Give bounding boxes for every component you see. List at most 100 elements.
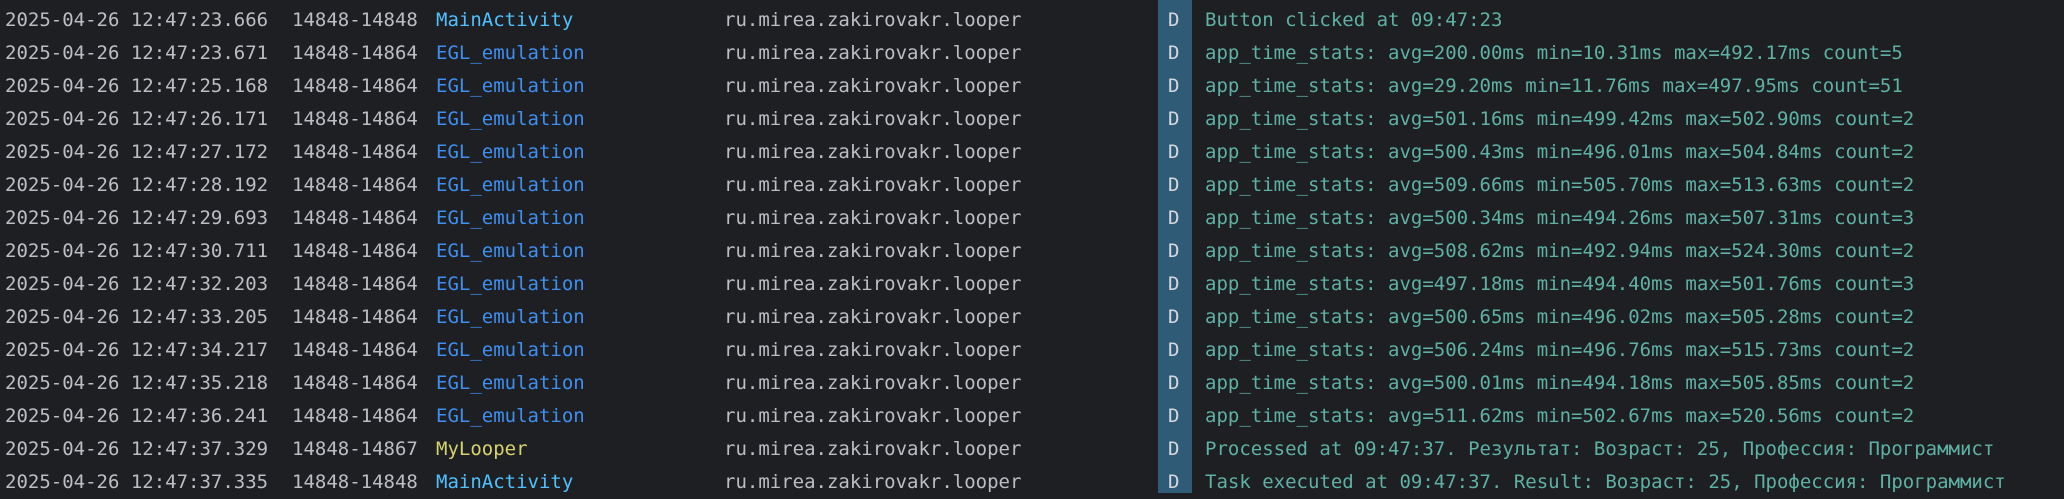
log-message: app_time_stats: avg=506.24ms min=496.76m… [1205, 339, 1915, 361]
log-pid-tid: 14848-14864 [292, 207, 418, 229]
log-row[interactable]: 2025-04-26 12:47:23.671 14848-14864 EGL_… [0, 37, 2064, 70]
log-pid-tid: 14848-14848 [292, 471, 418, 493]
log-package: ru.mirea.zakirovakr.looper [724, 108, 1022, 130]
log-level-badge: D [1168, 75, 1180, 97]
log-package: ru.mirea.zakirovakr.looper [724, 240, 1022, 262]
log-package: ru.mirea.zakirovakr.looper [724, 306, 1022, 328]
log-level-badge: D [1168, 174, 1180, 196]
logcat-panel[interactable]: 2025-04-26 12:47:23.666 14848-14848 Main… [0, 0, 2064, 493]
log-package: ru.mirea.zakirovakr.looper [724, 42, 1022, 64]
log-tag: EGL_emulation [436, 372, 585, 394]
log-row[interactable]: 2025-04-26 12:47:26.171 14848-14864 EGL_… [0, 103, 2064, 136]
log-message: app_time_stats: avg=29.20ms min=11.76ms … [1205, 75, 1903, 97]
log-tag: EGL_emulation [436, 42, 585, 64]
log-tag: MainActivity [436, 9, 574, 31]
log-pid-tid: 14848-14864 [292, 273, 418, 295]
log-timestamp: 2025-04-26 12:47:35.218 [5, 372, 269, 394]
log-tag: EGL_emulation [436, 405, 585, 427]
log-tag: EGL_emulation [436, 207, 585, 229]
log-tag: EGL_emulation [436, 108, 585, 130]
log-pid-tid: 14848-14864 [292, 372, 418, 394]
log-row[interactable]: 2025-04-26 12:47:28.192 14848-14864 EGL_… [0, 169, 2064, 202]
log-timestamp: 2025-04-26 12:47:32.203 [5, 273, 269, 295]
log-tag: MainActivity [436, 471, 574, 493]
log-pid-tid: 14848-14864 [292, 75, 418, 97]
log-level-badge: D [1168, 9, 1180, 31]
log-package: ru.mirea.zakirovakr.looper [724, 75, 1022, 97]
log-pid-tid: 14848-14864 [292, 141, 418, 163]
log-row[interactable]: 2025-04-26 12:47:27.172 14848-14864 EGL_… [0, 136, 2064, 169]
log-timestamp: 2025-04-26 12:47:33.205 [5, 306, 269, 328]
log-tag: EGL_emulation [436, 306, 585, 328]
log-row[interactable]: 2025-04-26 12:47:29.693 14848-14864 EGL_… [0, 202, 2064, 235]
log-level-badge: D [1168, 141, 1180, 163]
log-package: ru.mirea.zakirovakr.looper [724, 141, 1022, 163]
log-pid-tid: 14848-14864 [292, 174, 418, 196]
log-timestamp: 2025-04-26 12:47:30.711 [5, 240, 269, 262]
log-message: app_time_stats: avg=508.62ms min=492.94m… [1205, 240, 1915, 262]
log-row[interactable]: 2025-04-26 12:47:32.203 14848-14864 EGL_… [0, 268, 2064, 301]
log-row[interactable]: 2025-04-26 12:47:25.168 14848-14864 EGL_… [0, 70, 2064, 103]
log-pid-tid: 14848-14864 [292, 42, 418, 64]
log-level-badge: D [1168, 405, 1180, 427]
log-level-badge: D [1168, 42, 1180, 64]
log-row[interactable]: 2025-04-26 12:47:34.217 14848-14864 EGL_… [0, 334, 2064, 367]
log-row[interactable]: 2025-04-26 12:47:23.666 14848-14848 Main… [0, 4, 2064, 37]
log-pid-tid: 14848-14864 [292, 108, 418, 130]
log-level-badge: D [1168, 240, 1180, 262]
log-row[interactable]: 2025-04-26 12:47:33.205 14848-14864 EGL_… [0, 301, 2064, 334]
log-package: ru.mirea.zakirovakr.looper [724, 372, 1022, 394]
log-message: app_time_stats: avg=500.43ms min=496.01m… [1205, 141, 1915, 163]
log-timestamp: 2025-04-26 12:47:27.172 [5, 141, 269, 163]
log-timestamp: 2025-04-26 12:47:23.671 [5, 42, 269, 64]
log-timestamp: 2025-04-26 12:47:25.168 [5, 75, 269, 97]
log-tag: EGL_emulation [436, 273, 585, 295]
log-level-badge: D [1168, 306, 1180, 328]
log-timestamp: 2025-04-26 12:47:36.241 [5, 405, 269, 427]
log-package: ru.mirea.zakirovakr.looper [724, 339, 1022, 361]
log-message: app_time_stats: avg=501.16ms min=499.42m… [1205, 108, 1915, 130]
log-timestamp: 2025-04-26 12:47:37.329 [5, 438, 269, 460]
log-message: app_time_stats: avg=511.62ms min=502.67m… [1205, 405, 1915, 427]
log-message: Task executed at 09:47:37. Result: Возра… [1205, 471, 2006, 493]
log-level-badge: D [1168, 372, 1180, 394]
log-timestamp: 2025-04-26 12:47:23.666 [5, 9, 269, 31]
log-tag: EGL_emulation [436, 339, 585, 361]
log-timestamp: 2025-04-26 12:47:34.217 [5, 339, 269, 361]
log-level-badge: D [1168, 339, 1180, 361]
log-tag: MyLooper [436, 438, 528, 460]
log-timestamp: 2025-04-26 12:47:28.192 [5, 174, 269, 196]
log-pid-tid: 14848-14864 [292, 306, 418, 328]
log-message: app_time_stats: avg=500.01ms min=494.18m… [1205, 372, 1915, 394]
log-row[interactable]: 2025-04-26 12:47:37.329 14848-14867 MyLo… [0, 433, 2064, 466]
log-level-badge: D [1168, 273, 1180, 295]
log-message: app_time_stats: avg=200.00ms min=10.31ms… [1205, 42, 1903, 64]
log-package: ru.mirea.zakirovakr.looper [724, 471, 1022, 493]
log-row[interactable]: 2025-04-26 12:47:36.241 14848-14864 EGL_… [0, 400, 2064, 433]
log-package: ru.mirea.zakirovakr.looper [724, 174, 1022, 196]
log-timestamp: 2025-04-26 12:47:26.171 [5, 108, 269, 130]
log-level-badge: D [1168, 438, 1180, 460]
log-row[interactable]: 2025-04-26 12:47:37.335 14848-14848 Main… [0, 466, 2064, 499]
log-message: app_time_stats: avg=497.18ms min=494.40m… [1205, 273, 1915, 295]
log-pid-tid: 14848-14864 [292, 405, 418, 427]
log-level-badge: D [1168, 207, 1180, 229]
log-level-badge: D [1168, 108, 1180, 130]
log-package: ru.mirea.zakirovakr.looper [724, 207, 1022, 229]
log-message: Button clicked at 09:47:23 [1205, 9, 1503, 31]
log-level-badge: D [1168, 471, 1180, 493]
log-row[interactable]: 2025-04-26 12:47:30.711 14848-14864 EGL_… [0, 235, 2064, 268]
log-pid-tid: 14848-14848 [292, 9, 418, 31]
log-package: ru.mirea.zakirovakr.looper [724, 438, 1022, 460]
log-message: Processed at 09:47:37. Результат: Возрас… [1205, 438, 1995, 460]
log-row[interactable]: 2025-04-26 12:47:35.218 14848-14864 EGL_… [0, 367, 2064, 400]
log-tag: EGL_emulation [436, 174, 585, 196]
log-tag: EGL_emulation [436, 240, 585, 262]
log-timestamp: 2025-04-26 12:47:37.335 [5, 471, 269, 493]
log-pid-tid: 14848-14864 [292, 339, 418, 361]
log-message: app_time_stats: avg=509.66ms min=505.70m… [1205, 174, 1915, 196]
log-timestamp: 2025-04-26 12:47:29.693 [5, 207, 269, 229]
log-message: app_time_stats: avg=500.65ms min=496.02m… [1205, 306, 1915, 328]
log-package: ru.mirea.zakirovakr.looper [724, 405, 1022, 427]
log-tag: EGL_emulation [436, 75, 585, 97]
